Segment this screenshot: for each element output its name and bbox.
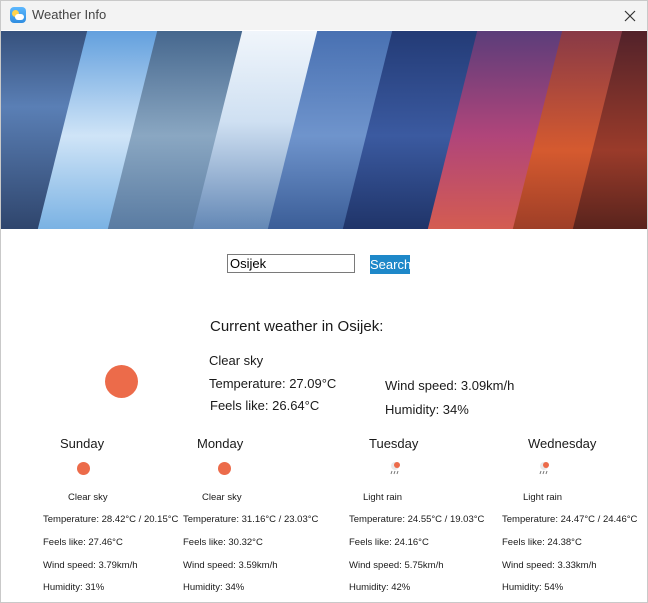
forecast-wind-speed: Wind speed: 3.79km/h <box>43 560 138 571</box>
current-humidity: Humidity: 34% <box>385 402 469 417</box>
forecast-humidity: Humidity: 34% <box>183 582 245 593</box>
forecast-temperature: Temperature: 28.42°C / 20.15°C <box>43 514 179 525</box>
current-weather-heading: Current weather in Osijek: <box>210 318 384 335</box>
title-bar[interactable]: Weather Info <box>1 1 647 30</box>
forecast-day-sunday: Sunday <box>60 436 105 451</box>
forecast-day-tuesday: Tuesday <box>369 436 419 451</box>
close-button[interactable] <box>613 1 647 30</box>
weather-banner-image <box>1 31 647 229</box>
forecast-description: Light rain <box>363 492 403 503</box>
forecast-wind-speed: Wind speed: 3.59km/h <box>183 560 278 571</box>
forecast-wind-speed: Wind speed: 5.75km/h <box>349 560 444 571</box>
forecast-description: Clear sky <box>202 492 242 503</box>
forecast-day-wednesday: Wednesday <box>528 436 597 451</box>
forecast-description: Light rain <box>523 492 563 503</box>
rain-icon <box>390 462 400 475</box>
forecast-feels-like: Feels like: 24.38°C <box>502 537 582 548</box>
forecast-humidity: Humidity: 54% <box>502 582 564 593</box>
forecast-description: Clear sky <box>68 492 108 503</box>
rain-icon <box>539 462 549 475</box>
sun-icon <box>218 462 231 475</box>
forecast-humidity: Humidity: 42% <box>349 582 411 593</box>
sun-icon <box>77 462 90 475</box>
forecast-feels-like: Feels like: 27.46°C <box>43 537 123 548</box>
forecast-temperature: Temperature: 24.47°C / 24.46°C <box>502 514 638 525</box>
forecast-temperature: Temperature: 24.55°C / 19.03°C <box>349 514 485 525</box>
current-description: Clear sky <box>209 353 264 368</box>
forecast-wind-speed: Wind speed: 3.33km/h <box>502 560 597 571</box>
forecast-day-monday: Monday <box>197 436 244 451</box>
forecast-feels-like: Feels like: 24.16°C <box>349 537 429 548</box>
weather-window: Weather Info Search Current weather in O… <box>0 0 648 603</box>
close-icon <box>624 10 636 21</box>
search-button[interactable]: Search <box>370 255 411 274</box>
forecast-humidity: Humidity: 31% <box>43 582 105 593</box>
current-wind-speed: Wind speed: 3.09km/h <box>385 378 515 393</box>
forecast-feels-like: Feels like: 30.32°C <box>183 537 263 548</box>
current-feels-like: Feels like: 26.64°C <box>210 398 320 413</box>
sun-icon <box>105 365 138 398</box>
forecast-temperature: Temperature: 31.16°C / 23.03°C <box>183 514 319 525</box>
city-search-input[interactable] <box>227 254 355 273</box>
weather-app-icon <box>10 7 26 23</box>
current-temperature: Temperature: 27.09°C <box>209 376 337 391</box>
window-title: Weather Info <box>32 7 107 22</box>
